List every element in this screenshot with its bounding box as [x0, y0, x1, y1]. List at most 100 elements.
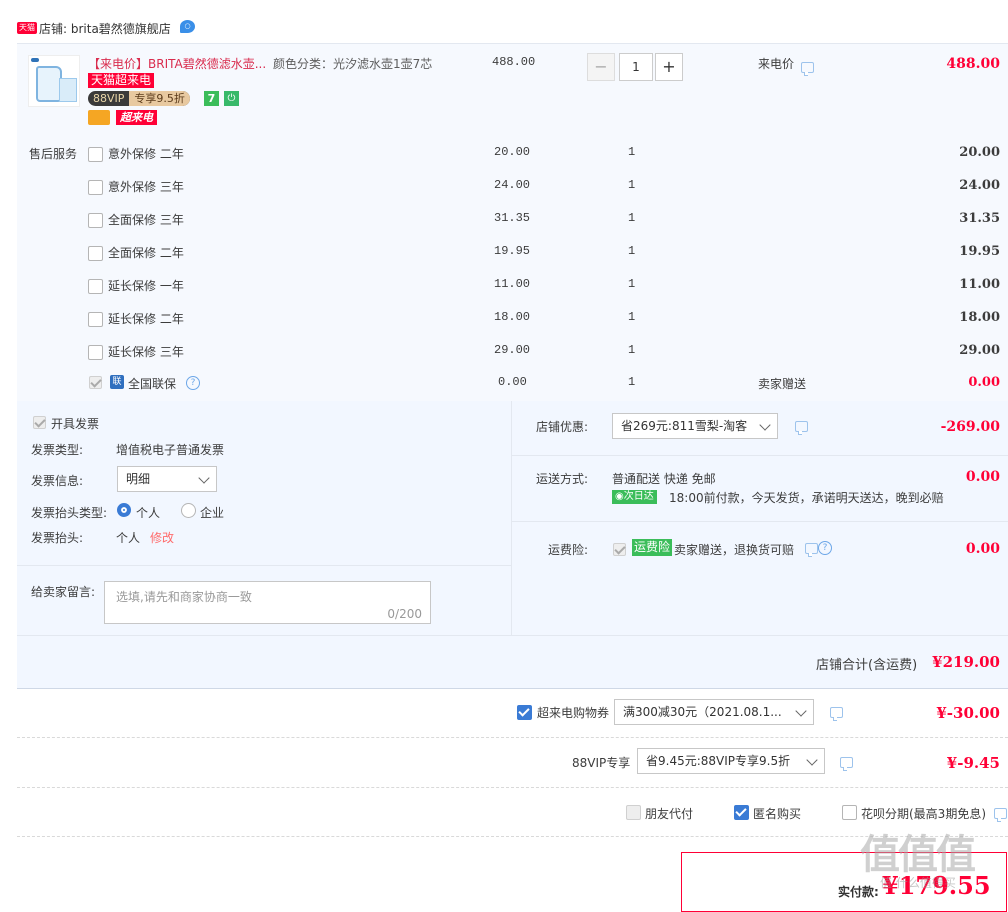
insurance-text: 卖家赠送，退换货可赔: [674, 543, 795, 557]
company-radio-label[interactable]: 企业: [200, 504, 224, 521]
service-price: 18.00: [494, 310, 531, 324]
invoice-info-label: 发票信息:: [31, 474, 84, 488]
help-icon[interactable]: ?: [186, 376, 200, 390]
invoice-header-value: 个人: [116, 531, 141, 545]
invoice-info-select[interactable]: 明细: [117, 466, 217, 492]
increase-quantity-button[interactable]: +: [655, 53, 683, 81]
message-textarea[interactable]: 选填,请先和商家协商一致 0/200: [104, 581, 431, 624]
product-unit-price: 488.00: [492, 55, 536, 69]
personal-radio[interactable]: [117, 503, 131, 517]
coupon-message-icon[interactable]: [830, 707, 843, 721]
chat-bubble-icon[interactable]: ○: [180, 20, 195, 33]
panel-divider: [511, 401, 512, 635]
service-checkbox[interactable]: [88, 180, 103, 195]
seven-day-return-icon: 7: [204, 91, 219, 106]
invoice-checkbox[interactable]: [33, 416, 46, 429]
quantity-stepper[interactable]: − 1 +: [587, 53, 683, 81]
joint-warranty-qty: 1: [628, 375, 636, 389]
service-price: 31.35: [494, 211, 531, 225]
product-image[interactable]: [28, 55, 80, 107]
joint-warranty-type: 卖家赠送: [758, 377, 807, 391]
service-qty: 1: [628, 310, 636, 324]
service-price: 20.00: [494, 145, 531, 159]
shipping-method: 普通配送 快递 免邮: [612, 472, 716, 486]
joint-warranty-checkbox: [89, 376, 102, 389]
shipping-note: 18:00前付款，今天发货，承诺明天送达，晚到必赔: [669, 491, 944, 505]
service-price: 11.00: [494, 277, 531, 291]
shipping-label: 运送方式:: [536, 472, 589, 486]
huabei-message-icon[interactable]: [994, 808, 1007, 822]
vip-tag-label: 88VIP: [93, 92, 125, 105]
insurance-amount: 0.00: [965, 541, 1000, 557]
anonymous-checkbox[interactable]: [734, 805, 749, 820]
service-qty: 1: [628, 244, 636, 258]
insurance-help-icon[interactable]: ?: [818, 541, 832, 555]
service-name: 全面保修 三年: [108, 213, 184, 227]
vip-divider: [17, 787, 1008, 788]
friend-pay-checkbox[interactable]: [626, 805, 641, 820]
vip-select[interactable]: 省9.45元:88VIP专享9.5折: [637, 748, 825, 774]
discount-message-icon[interactable]: [795, 421, 808, 435]
friend-pay-label[interactable]: 朋友代付: [645, 805, 693, 822]
coupon-amount: ¥-30.00: [936, 704, 1000, 722]
brand-dot-icon: [31, 58, 39, 62]
anonymous-label[interactable]: 匿名购买: [753, 805, 801, 822]
coupon-checkbox[interactable]: [517, 705, 532, 720]
company-radio[interactable]: [181, 503, 196, 518]
price-message-icon[interactable]: [801, 62, 814, 76]
vip-label: 88VIP专享: [572, 756, 631, 770]
service-name: 延长保修 二年: [108, 312, 184, 326]
invoice-header-label: 发票抬头:: [31, 531, 84, 545]
message-counter: 0/200: [387, 607, 422, 621]
quantity-input[interactable]: 1: [619, 53, 653, 81]
invoice-divider: [17, 565, 511, 566]
service-checkbox[interactable]: [88, 312, 103, 327]
service-checkbox[interactable]: [88, 213, 103, 228]
insurance-message-icon[interactable]: [805, 543, 818, 557]
decrease-quantity-button[interactable]: −: [587, 53, 615, 81]
invoice-type-value: 增值税电子普通发票: [116, 443, 225, 457]
watermark-text: 值 什么值得买: [880, 876, 956, 890]
tmall-store-icon: 天猫: [17, 22, 37, 34]
service-total: 11.00: [959, 277, 1000, 292]
store-total-label: 店铺合计(含运费): [816, 658, 918, 673]
coupon-select[interactable]: 满300减30元（2021.08.1...: [614, 699, 814, 725]
invoice-info-value: 明细: [126, 472, 151, 486]
store-header: 天猫 店铺: brita碧然德旗舰店 ○: [17, 18, 317, 38]
huabei-checkbox[interactable]: [842, 805, 857, 820]
service-price: 29.00: [494, 343, 531, 357]
insurance-checkbox: [613, 543, 626, 556]
service-checkbox[interactable]: [88, 345, 103, 360]
chevron-down-icon: [198, 472, 210, 484]
store-name[interactable]: 店铺: brita碧然德旗舰店: [39, 20, 171, 37]
service-qty: 1: [628, 145, 636, 159]
chevron-down-icon: [806, 754, 818, 766]
service-price: 19.95: [494, 244, 531, 258]
watermark-logo: 值值值: [860, 832, 976, 878]
service-qty: 1: [628, 343, 636, 357]
personal-radio-label[interactable]: 个人: [136, 504, 160, 521]
service-name: 意外保修 二年: [108, 147, 184, 161]
vip-tag: 88VIP 专享9.5折: [88, 91, 190, 106]
service-total: 29.00: [959, 343, 1000, 358]
product-title[interactable]: 【来电价】BRITA碧然德滤水壶...: [88, 55, 266, 72]
joint-warranty-total: 0.00: [968, 375, 1000, 390]
service-total: 18.00: [959, 310, 1000, 325]
product-subtotal: 488.00: [946, 56, 1000, 72]
service-checkbox[interactable]: [88, 147, 103, 162]
discount-select[interactable]: 省269元:811雪梨-淘客: [612, 413, 778, 439]
discount-label: 店铺优惠:: [536, 420, 589, 434]
service-checkbox[interactable]: [88, 279, 103, 294]
coupon-divider: [17, 737, 1008, 738]
service-price: 24.00: [494, 178, 531, 192]
vip-message-icon[interactable]: [840, 757, 853, 771]
card-payment-icon: [88, 110, 110, 125]
invoice-modify-link[interactable]: 修改: [150, 529, 174, 546]
watermark: 值值值 值 什么值得买: [860, 822, 1005, 900]
huabei-label[interactable]: 花呗分期(最高3期免息): [861, 805, 986, 822]
invoice-type-label: 发票类型:: [31, 443, 84, 457]
message-label: 给卖家留言:: [31, 585, 96, 599]
service-checkbox[interactable]: [88, 246, 103, 261]
joint-warranty-name: 全国联保: [128, 377, 177, 391]
invoice-header-type-label: 发票抬头类型:: [31, 506, 108, 520]
